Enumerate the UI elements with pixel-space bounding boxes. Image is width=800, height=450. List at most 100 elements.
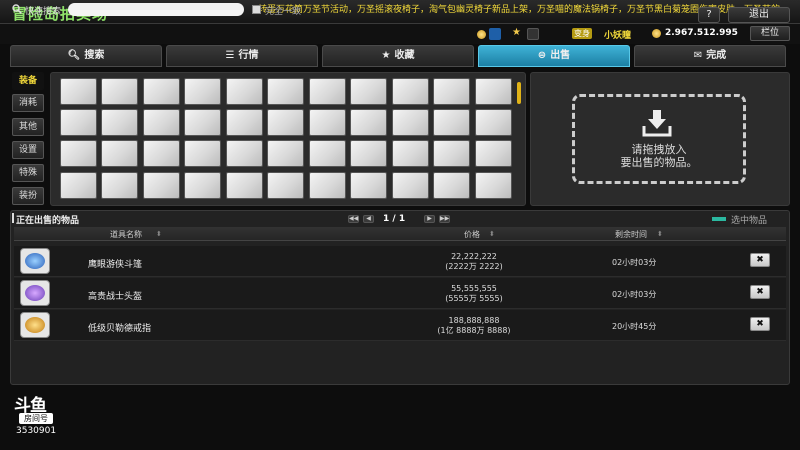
inventory-slot[interactable]	[101, 172, 138, 199]
inventory-slot[interactable]	[267, 109, 304, 136]
inventory-slot[interactable]	[226, 140, 263, 167]
category-etc[interactable]: 其他	[12, 118, 44, 136]
inventory-slot[interactable]	[475, 78, 512, 105]
slot-button[interactable]: 栏位	[750, 26, 790, 41]
inventory-slot[interactable]	[143, 78, 180, 105]
item-time: 20小时45分	[612, 322, 657, 331]
item-ring-icon	[20, 312, 50, 338]
column-name[interactable]: 道具名称	[110, 229, 142, 240]
inventory-slot[interactable]	[433, 172, 470, 199]
inventory-slot[interactable]	[475, 172, 512, 199]
inventory-slot[interactable]	[143, 140, 180, 167]
last-page-button[interactable]: ▶▶	[439, 215, 450, 223]
inventory-slot[interactable]	[475, 109, 512, 136]
sell-icon: ⊜	[537, 50, 547, 61]
inventory-slot[interactable]	[267, 78, 304, 105]
inventory-slot[interactable]	[101, 78, 138, 105]
item-name: 高贵战士头盔	[88, 292, 143, 302]
inventory-slot[interactable]	[433, 78, 470, 105]
main-tabs: 🔍︎ 搜索 ☰ 行情 ★ 收藏 ⊜ 出售 ✉ 完成	[10, 45, 790, 68]
price-value: 55,555,555	[451, 284, 497, 293]
tab-label: 完成	[706, 50, 727, 61]
search-input[interactable]	[68, 3, 244, 16]
inventory-slot[interactable]	[184, 78, 221, 105]
category-consume[interactable]: 消耗	[12, 94, 44, 112]
first-page-button[interactable]: ◀◀	[348, 215, 359, 223]
section-marker	[12, 213, 14, 223]
inventory-slot[interactable]	[184, 109, 221, 136]
help-button[interactable]: ?	[698, 7, 720, 23]
inventory-slot[interactable]	[309, 140, 346, 167]
favorite-filter-toggle[interactable]	[527, 28, 539, 40]
prev-page-button[interactable]: ◀	[363, 215, 374, 223]
item-time: 02小时03分	[612, 258, 657, 267]
inventory-slot[interactable]	[350, 140, 387, 167]
exit-button[interactable]: 退出	[728, 7, 790, 23]
tab-sell[interactable]: ⊜ 出售	[478, 45, 630, 67]
star-icon: ★	[512, 27, 521, 38]
page-indicator: 1 / 1	[383, 214, 406, 224]
inventory-slot[interactable]	[309, 78, 346, 105]
inventory-slot[interactable]	[392, 109, 429, 136]
tab-label: 收藏	[394, 50, 415, 61]
price-detail: (2222万 2222)	[445, 262, 503, 271]
drop-hint: 请拖拽放入 要出售的物品。	[580, 143, 738, 169]
inventory-slot[interactable]	[184, 172, 221, 199]
inventory-slot[interactable]	[350, 172, 387, 199]
exact-match-label: 完全一致	[265, 7, 302, 17]
coin-filter-icon	[477, 30, 486, 39]
star-icon: ★	[381, 50, 391, 61]
category-special[interactable]: 特殊	[12, 164, 44, 182]
inventory-slot[interactable]	[60, 140, 97, 167]
item-price: 55,555,555 (5555万 5555)	[404, 284, 544, 304]
tab-completed[interactable]: ✉ 完成	[634, 45, 786, 67]
inventory-slot[interactable]	[101, 140, 138, 167]
room-label: 房间号	[19, 413, 53, 424]
tab-label: 行情	[238, 50, 259, 61]
column-time[interactable]: 剩余时间	[615, 229, 647, 240]
sort-icon[interactable]: ⬍	[657, 230, 663, 238]
inventory-slot[interactable]	[392, 78, 429, 105]
item-time: 02小时03分	[612, 290, 657, 299]
inventory-slot[interactable]	[309, 172, 346, 199]
inventory-slot[interactable]	[350, 78, 387, 105]
coin-filter-dropdown[interactable]	[489, 28, 501, 40]
delete-button[interactable]: ✖	[750, 253, 770, 267]
inventory-slot[interactable]	[184, 140, 221, 167]
delete-button[interactable]: ✖	[750, 317, 770, 331]
character-name: 小妖瞳	[604, 31, 632, 41]
exact-match-checkbox[interactable]	[252, 5, 261, 14]
inventory-slot[interactable]	[433, 140, 470, 167]
tab-search[interactable]: 🔍︎ 搜索	[10, 45, 162, 67]
inventory-slot[interactable]	[60, 172, 97, 199]
price-value: 22,222,222	[451, 252, 497, 261]
inventory-slot[interactable]	[267, 140, 304, 167]
inventory-slot[interactable]	[475, 140, 512, 167]
tab-market[interactable]: ☰ 行情	[166, 45, 318, 67]
inventory-slot[interactable]	[101, 109, 138, 136]
tab-favorites[interactable]: ★ 收藏	[322, 45, 474, 67]
inventory-slot[interactable]	[392, 172, 429, 199]
inventory-slot[interactable]	[60, 109, 97, 136]
category-setup[interactable]: 设置	[12, 141, 44, 159]
inventory-slot[interactable]	[226, 78, 263, 105]
inventory-scrollbar[interactable]	[517, 82, 521, 104]
inventory-slot[interactable]	[392, 140, 429, 167]
category-equip[interactable]: 装备	[12, 72, 44, 90]
inventory-slot[interactable]	[226, 172, 263, 199]
inventory-slot[interactable]	[143, 172, 180, 199]
sort-icon[interactable]: ⬍	[489, 230, 495, 238]
inventory-slot[interactable]	[60, 78, 97, 105]
next-page-button[interactable]: ▶	[424, 215, 435, 223]
inventory-slot[interactable]	[267, 172, 304, 199]
sort-icon[interactable]: ⬍	[156, 230, 162, 238]
inventory-slot[interactable]	[309, 109, 346, 136]
price-detail: (5555万 5555)	[445, 294, 503, 303]
inventory-slot[interactable]	[226, 109, 263, 136]
category-cosmetic[interactable]: 装扮	[12, 187, 44, 205]
delete-button[interactable]: ✖	[750, 285, 770, 299]
inventory-slot[interactable]	[350, 109, 387, 136]
inventory-slot[interactable]	[433, 109, 470, 136]
inventory-slot[interactable]	[143, 109, 180, 136]
column-price[interactable]: 价格	[464, 229, 480, 240]
